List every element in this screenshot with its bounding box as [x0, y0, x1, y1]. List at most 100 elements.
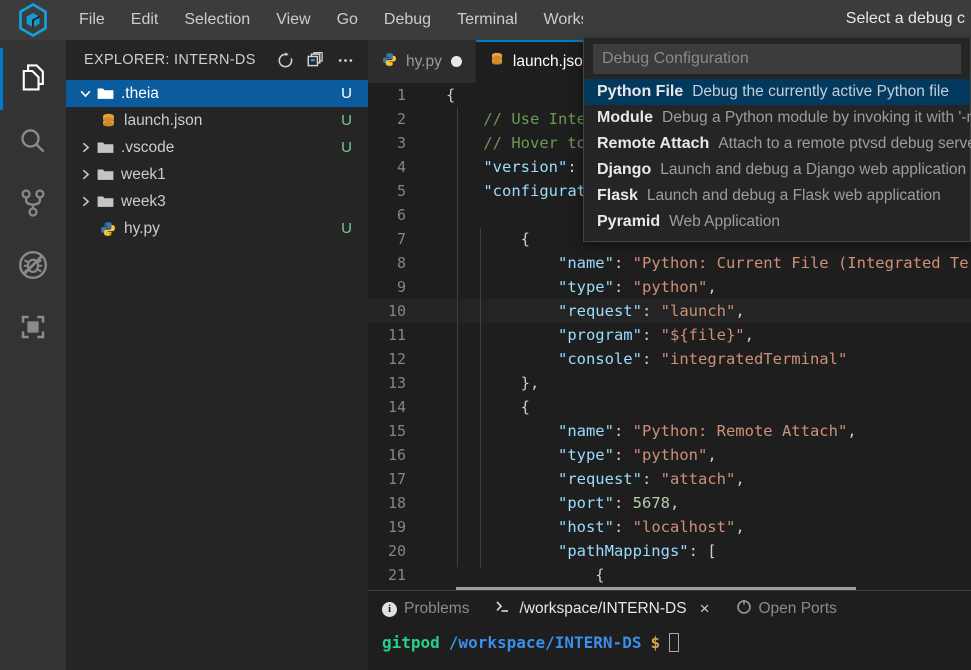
tree-label: .vscode — [121, 138, 175, 156]
quickpick-list: Python File Debug the currently active Py… — [584, 79, 971, 235]
menu-selection[interactable]: Selection — [171, 0, 263, 40]
close-icon[interactable]: × — [700, 599, 710, 619]
ports-icon — [736, 599, 752, 620]
menu-edit[interactable]: Edit — [118, 0, 172, 40]
panel-tab-terminal[interactable]: /workspace/INTERN-DS × — [495, 599, 710, 619]
folder-icon — [94, 167, 116, 182]
explorer-title: EXPLORER: INTERN-DS — [84, 52, 256, 68]
code-token: "integratedTerminal" — [660, 350, 848, 368]
gitpod-logo[interactable] — [0, 0, 66, 40]
code-line: 9 "type": "python", — [368, 275, 971, 299]
tree-item-week1[interactable]: week1 — [66, 161, 368, 188]
code-token: "localhost" — [632, 518, 736, 536]
debug-configuration-quickpick: Select a debug c Debug Configuration Pyt… — [583, 0, 971, 248]
code-token: , — [744, 326, 754, 344]
tree-item-week3[interactable]: week3 — [66, 188, 368, 215]
quickpick-item-label: Django — [597, 161, 652, 178]
chevron-right-icon — [76, 195, 94, 208]
menu-items: File Edit Selection View Go Debug Termin… — [66, 0, 636, 40]
line-content: { — [424, 83, 455, 107]
code-token: { — [446, 230, 530, 248]
quickpick-item-label: Python File — [597, 83, 684, 100]
line-number: 14 — [387, 398, 406, 416]
dirty-indicator-icon[interactable] — [450, 56, 462, 67]
terminal-cursor — [669, 633, 680, 652]
menu-go[interactable]: Go — [324, 0, 371, 40]
menu-debug[interactable]: Debug — [371, 0, 444, 40]
code-token: "version" — [483, 158, 568, 176]
code-line: 10 "request": "launch", — [368, 299, 971, 323]
quickpick-input-placeholder: Debug Configuration — [602, 50, 749, 67]
code-token: : — [613, 254, 633, 272]
folder-open-icon — [94, 86, 116, 101]
search-icon — [21, 129, 45, 153]
line-content: "console": "integratedTerminal" — [424, 347, 847, 371]
ellipsis-icon[interactable] — [337, 52, 354, 69]
code-token: : — [641, 302, 661, 320]
panel-tab-problems[interactable]: i Problems — [382, 600, 469, 618]
code-token: : — [613, 278, 633, 296]
line-content: "program": "${file}", — [424, 323, 754, 347]
quickpick-item-label: Flask — [597, 187, 638, 204]
folder-icon — [94, 194, 116, 209]
line-number: 1 — [396, 86, 406, 104]
tree-item-hy-py[interactable]: hy.py U — [66, 215, 368, 242]
code-line: 15 "name": "Python: Remote Attach", — [368, 419, 971, 443]
line-number: 10 — [387, 302, 406, 320]
panel-tab-open-ports[interactable]: Open Ports — [736, 599, 837, 620]
menu-file[interactable]: File — [66, 0, 118, 40]
code-token: , — [735, 518, 745, 536]
chevron-right-icon — [76, 141, 94, 154]
code-token: "attach" — [660, 470, 736, 488]
line-content: "type": "python", — [424, 275, 717, 299]
quickpick-item-django[interactable]: Django Launch and debug a Django web appl… — [584, 157, 970, 183]
collapse-all-icon[interactable] — [307, 51, 324, 69]
panel-tabs: i Problems /workspace/INTERN-DS × Open P… — [368, 591, 971, 627]
python-icon — [97, 221, 119, 237]
activity-extensions[interactable] — [0, 296, 66, 358]
terminal-output[interactable]: gitpod /workspace/INTERN-DS $ — [368, 627, 971, 652]
menu-view[interactable]: View — [263, 0, 323, 40]
line-number: 21 — [387, 566, 406, 584]
code-token: , — [707, 278, 717, 296]
activity-debug[interactable] — [0, 234, 66, 296]
tree-label: hy.py — [124, 219, 160, 237]
editor-tab-hy-py[interactable]: hy.py — [368, 40, 476, 83]
menu-terminal[interactable]: Terminal — [444, 0, 530, 40]
line-content: }, — [424, 371, 540, 395]
code-token: "port" — [557, 494, 614, 512]
quickpick-item-module[interactable]: Module Debug a Python module by invoking … — [584, 105, 971, 131]
code-token: "type" — [557, 446, 614, 464]
code-token: : — [613, 422, 633, 440]
line-content: "name": "Python: Remote Attach", — [424, 419, 857, 443]
quickpick-input[interactable]: Debug Configuration — [593, 44, 961, 74]
code-token: : — [641, 470, 661, 488]
vscode-window: File Edit Selection View Go Debug Termin… — [0, 0, 971, 670]
refresh-icon[interactable] — [277, 51, 294, 69]
line-number: 8 — [396, 254, 406, 272]
quickpick-item-label: Remote Attach — [597, 135, 710, 152]
code-token: , — [707, 446, 717, 464]
tree-item-theia[interactable]: .theia U — [66, 80, 368, 107]
quickpick-item-flask[interactable]: Flask Launch and debug a Flask web applic… — [584, 183, 970, 209]
code-token: , — [735, 470, 745, 488]
code-token: : [ — [688, 542, 717, 560]
activity-search[interactable] — [0, 110, 66, 172]
quickpick-item-pyramid[interactable]: Pyramid Web Application — [584, 209, 970, 235]
tree-item-launch-json[interactable]: launch.json U — [66, 107, 368, 134]
activity-source-control[interactable] — [0, 172, 66, 234]
line-number: 6 — [396, 206, 406, 224]
tree-item-vscode[interactable]: .vscode U — [66, 134, 368, 161]
activity-explorer[interactable] — [0, 48, 66, 110]
quickpick-item-python-file[interactable]: Python File Debug the currently active Py… — [584, 79, 970, 105]
line-number: 12 — [387, 350, 406, 368]
quickpick-item-remote-attach[interactable]: Remote Attach Attach to a remote ptvsd de… — [584, 131, 971, 157]
extensions-icon — [21, 315, 45, 339]
files-icon — [22, 64, 44, 91]
